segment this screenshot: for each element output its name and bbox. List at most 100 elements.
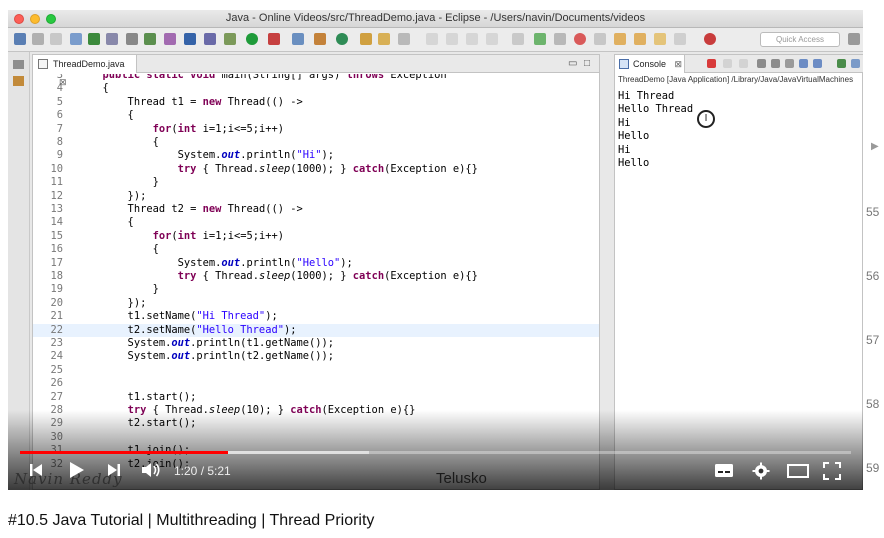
disabled-tool-icon — [426, 33, 438, 45]
markers-icon[interactable] — [204, 33, 216, 45]
code-line-8[interactable]: 8 { — [33, 136, 599, 149]
code-line-13[interactable]: 13 Thread t2 = new Thread(() -> — [33, 203, 599, 216]
mouse-cursor-indicator: I — [697, 110, 715, 128]
previous-video-icon[interactable] — [28, 462, 44, 478]
line-number: 9 — [56, 149, 63, 162]
annotation-icon[interactable] — [398, 33, 410, 45]
search-icon[interactable] — [164, 33, 176, 45]
word-wrap-icon[interactable] — [785, 59, 794, 68]
volume-icon[interactable] — [140, 461, 162, 479]
toggle-view-icon[interactable] — [70, 33, 82, 45]
console-view-menu-icon[interactable] — [851, 59, 860, 68]
run-icon[interactable] — [246, 33, 258, 45]
sidebar-number: 58 — [866, 397, 880, 411]
edit-icon[interactable] — [126, 33, 138, 45]
display-console-icon[interactable] — [813, 59, 822, 68]
remove-all-launches-icon[interactable] — [739, 59, 748, 68]
code-line-21[interactable]: 21 t1.setName("Hi Thread"); — [33, 310, 599, 323]
console-output-line: Hi — [618, 143, 631, 156]
code-text: }); — [65, 296, 147, 309]
next-video-icon[interactable] — [106, 462, 122, 478]
next-annotation-icon[interactable] — [614, 33, 626, 45]
code-line-11[interactable]: 11 } — [33, 176, 599, 189]
play-icon[interactable] — [66, 460, 86, 480]
previous-annotation-icon[interactable] — [634, 33, 646, 45]
open-perspective-icon[interactable] — [848, 33, 860, 45]
resume-icon[interactable] — [534, 33, 546, 45]
package-explorer-icon[interactable] — [13, 76, 24, 86]
code-line-24[interactable]: 24 System.out.println(t2.getName()); — [33, 350, 599, 363]
disconnect-icon[interactable] — [594, 33, 606, 45]
theater-mode-icon[interactable] — [787, 464, 809, 478]
code-line-10[interactable]: 10 try { Thread.sleep(1000); } catch(Exc… — [33, 163, 599, 176]
terminal-icon[interactable] — [184, 33, 196, 45]
line-number: 13 — [50, 203, 63, 215]
debug-icon[interactable] — [224, 33, 236, 45]
toggle-block-icon[interactable] — [88, 33, 100, 45]
terminate-icon[interactable] — [574, 33, 586, 45]
open-console-icon[interactable] — [837, 59, 846, 68]
pin-console-icon[interactable] — [799, 59, 808, 68]
progress-bar[interactable] — [20, 451, 851, 454]
open-task-icon[interactable] — [378, 33, 390, 45]
refactor-icon[interactable] — [144, 33, 156, 45]
code-line-9[interactable]: 9 System.out.println("Hi"); — [33, 149, 599, 162]
code-line-19[interactable]: 19 } — [33, 283, 599, 296]
quick-access-input[interactable]: Quick Access — [760, 32, 840, 47]
new-package-icon[interactable] — [314, 33, 326, 45]
code-line-22[interactable]: 22 t2.setName("Hello Thread"); — [33, 323, 599, 337]
code-line-18[interactable]: 18 try { Thread.sleep(1000); } catch(Exc… — [33, 270, 599, 283]
editor-tab-label: ThreadDemo.java — [53, 59, 125, 69]
format-icon[interactable] — [106, 33, 118, 45]
maximize-view-icon[interactable]: □ — [584, 58, 590, 69]
suspend-icon[interactable] — [554, 33, 566, 45]
line-number: 4 — [56, 82, 63, 95]
scroll-right-arrow-icon[interactable]: ▶ — [871, 141, 879, 152]
console-tab-close-icon[interactable]: ⊠ — [675, 59, 683, 69]
scroll-lock-icon[interactable] — [771, 59, 780, 68]
code-text: System.out.println(t2.getName()); — [65, 350, 335, 363]
save-icon[interactable] — [32, 33, 44, 45]
code-line-16[interactable]: 16 { — [33, 243, 599, 256]
tab-threaddemo-java[interactable]: ThreadDemo.java ⊠ — [33, 55, 137, 87]
back-icon[interactable] — [654, 33, 666, 45]
line-number: 24 — [50, 350, 63, 363]
open-type-icon[interactable] — [360, 33, 372, 45]
code-line-7[interactable]: 7 for(int i=1;i<=5;i++) — [33, 123, 599, 136]
code-line-14[interactable]: 14 { — [33, 216, 599, 229]
terminate-console-icon[interactable] — [707, 59, 716, 68]
line-number: 8 — [56, 136, 63, 148]
code-line-12[interactable]: 12 }); — [33, 190, 599, 203]
video-player[interactable]: Java - Online Videos/src/ThreadDemo.java… — [8, 10, 863, 490]
code-line-6[interactable]: 6 { — [33, 109, 599, 122]
fullscreen-icon[interactable] — [823, 462, 841, 480]
subtitles-icon[interactable] — [714, 463, 734, 478]
save-all-icon[interactable] — [50, 33, 62, 45]
code-line-25[interactable]: 25 — [33, 364, 599, 377]
pin-editor-icon[interactable] — [512, 33, 524, 45]
code-line-20[interactable]: 20 }); — [33, 297, 599, 310]
line-number: 26 — [50, 377, 63, 390]
new-java-project-icon[interactable] — [292, 33, 304, 45]
restore-icon[interactable] — [13, 60, 24, 69]
busy-indicator-icon — [704, 33, 716, 45]
clear-console-icon[interactable] — [757, 59, 766, 68]
tab-console[interactable]: Console ⊠ — [615, 55, 685, 73]
minimize-view-icon[interactable]: ▭ — [568, 58, 577, 69]
code-line-3[interactable]: 3 public static void main(String[] args)… — [33, 74, 599, 82]
code-line-23[interactable]: 23 System.out.println(t1.getName()); — [33, 337, 599, 350]
line-number: 10 — [50, 162, 63, 175]
new-icon[interactable] — [14, 33, 26, 45]
settings-gear-icon[interactable] — [752, 462, 770, 480]
code-line-4[interactable]: 4 { — [33, 82, 599, 95]
forward-icon[interactable] — [674, 33, 686, 45]
code-line-15[interactable]: 15 for(int i=1;i<=5;i++) — [33, 230, 599, 243]
code-line-27[interactable]: 27 t1.start(); — [33, 391, 599, 404]
code-line-26[interactable]: 26 — [33, 377, 599, 390]
code-line-5[interactable]: 5 Thread t1 = new Thread(() -> — [33, 96, 599, 109]
line-number: 23 — [50, 337, 63, 349]
remove-launch-icon[interactable] — [723, 59, 732, 68]
external-tools-icon[interactable] — [268, 33, 280, 45]
code-line-17[interactable]: 17 System.out.println("Hello"); — [33, 257, 599, 270]
new-class-icon[interactable] — [336, 33, 348, 45]
